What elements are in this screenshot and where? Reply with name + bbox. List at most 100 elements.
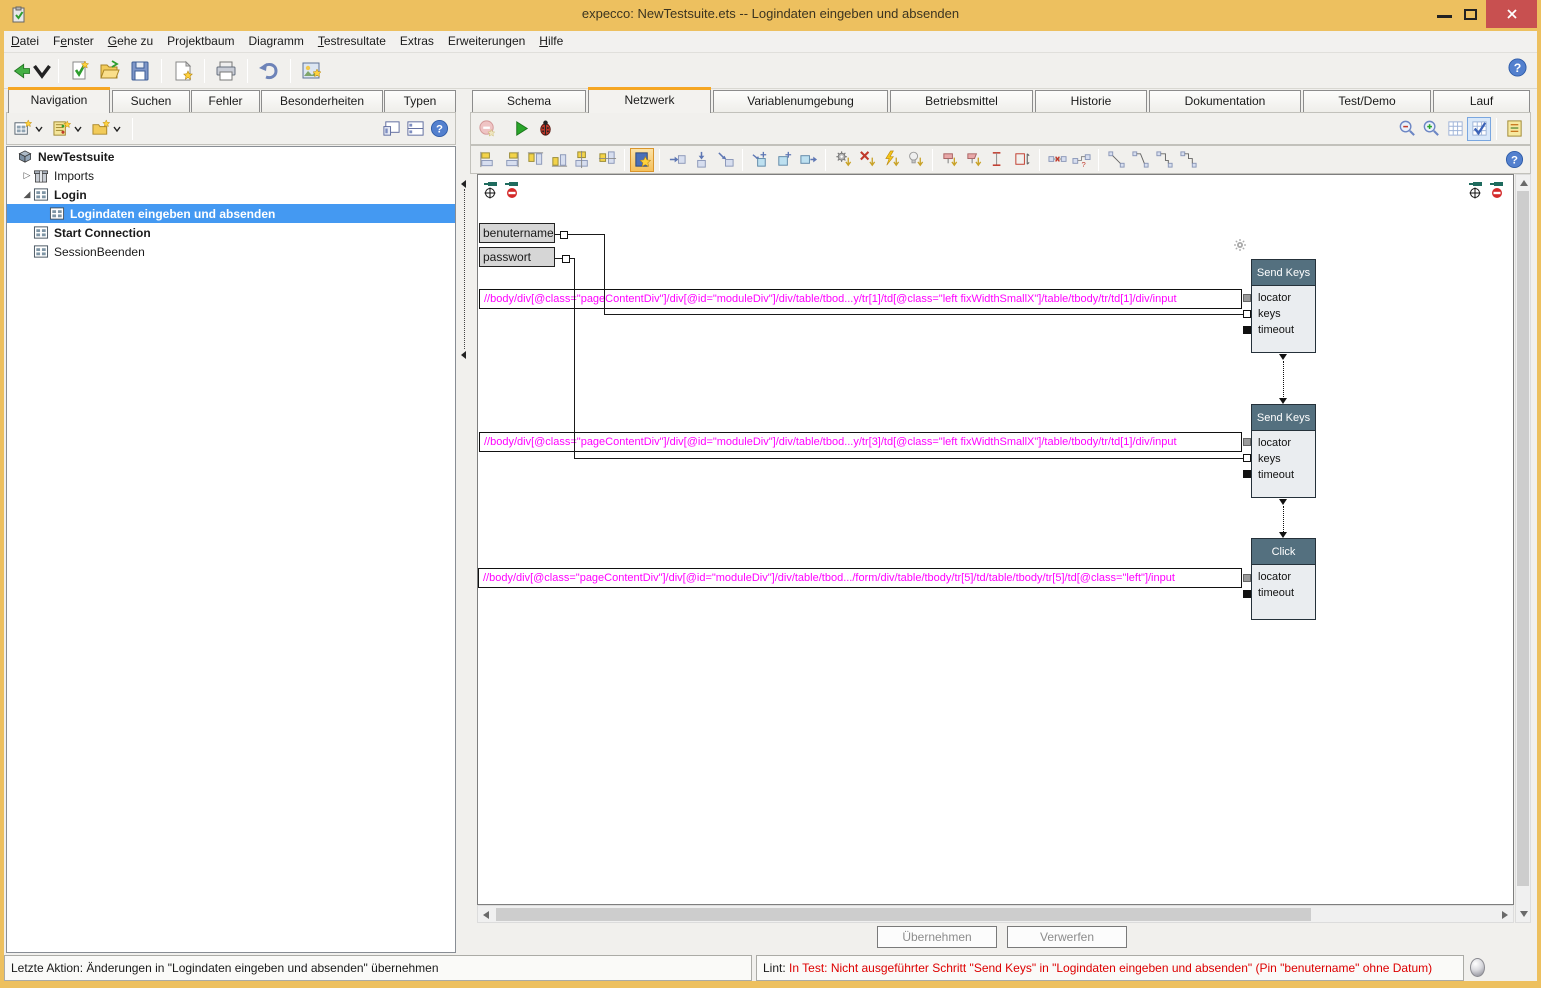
distribute-vertical-button[interactable] [986, 148, 1010, 172]
delete-step-button[interactable] [855, 148, 879, 172]
step-node-click[interactable]: Click locator timeout [1251, 538, 1316, 620]
benutername-output-pin[interactable] [560, 231, 568, 239]
print-button[interactable] [211, 57, 241, 85]
locator-xpath-2[interactable]: //body/div[@class="pageContentDiv"]/div[… [479, 432, 1242, 452]
open-button[interactable] [95, 57, 125, 85]
input-benutername[interactable]: benutername [479, 223, 555, 243]
tab-lauf[interactable]: Lauf [1433, 90, 1530, 112]
menu-hilfe[interactable]: Hilfe [532, 31, 570, 52]
tab-test-demo[interactable]: Test/Demo [1303, 90, 1431, 112]
split-window-button[interactable] [403, 117, 427, 141]
locator-pin[interactable] [1243, 438, 1251, 446]
horizontal-scroll-thumb[interactable] [496, 908, 1311, 921]
log-button[interactable] [1502, 117, 1526, 141]
menu-extras[interactable]: Extras [393, 31, 441, 52]
scroll-up-arrow[interactable] [1520, 180, 1528, 186]
refresh-image-button[interactable] [297, 57, 327, 85]
discard-button[interactable]: Verwerfen [1007, 926, 1127, 948]
tab-betriebsmittel[interactable]: Betriebsmittel [890, 90, 1033, 112]
locator-pin[interactable] [1243, 294, 1251, 302]
connection-style-step1-button[interactable] [1128, 148, 1152, 172]
zoom-in-button[interactable] [1419, 117, 1443, 141]
apply-button[interactable]: Übernehmen [877, 926, 997, 948]
panel-splitter[interactable] [458, 89, 470, 953]
menu-gehe-zu[interactable]: Gehe zu [101, 31, 160, 52]
passwort-output-pin[interactable] [562, 255, 570, 263]
locator-pin[interactable] [1243, 574, 1251, 582]
reconnect-pins-button[interactable]: ? [1069, 148, 1093, 172]
add-step-below-button[interactable] [689, 148, 713, 172]
tab-dokumentation[interactable]: Dokumentation [1149, 90, 1301, 112]
remove-breakpoint-button[interactable] [475, 117, 499, 141]
tab-typen[interactable]: Typen [384, 90, 456, 112]
apply-settings-button[interactable] [831, 148, 855, 172]
timeout-pin[interactable] [1243, 326, 1251, 334]
maximize-button[interactable] [1464, 9, 1477, 20]
connection-style-ortho-button[interactable] [1176, 148, 1200, 172]
step-node-send-keys-1[interactable]: Send Keys locator keys timeout [1251, 259, 1316, 353]
tree-item-logindaten[interactable]: Logindaten eingeben und absenden [7, 204, 455, 223]
tree-item-imports[interactable]: ▷ Imports [7, 166, 455, 185]
help-button[interactable]: ? [1508, 58, 1527, 80]
close-button[interactable] [1486, 0, 1537, 28]
tree-item-start-connection[interactable]: Start Connection [7, 223, 455, 242]
output-pin-marker-icon[interactable] [504, 181, 521, 200]
add-output-pin-button[interactable] [713, 148, 737, 172]
horizontal-scrollbar[interactable] [477, 905, 1514, 923]
tab-fehler[interactable]: Fehler [191, 90, 260, 112]
tab-netzwerk[interactable]: Netzwerk [588, 87, 711, 113]
input-passwort[interactable]: passwort [479, 247, 555, 267]
snap-to-grid-button[interactable] [1467, 117, 1491, 141]
new-block-button[interactable] [772, 148, 796, 172]
expander-expanded-icon[interactable]: ◢ [21, 189, 33, 200]
locator-xpath-3[interactable]: //body/div[@class="pageContentDiv"]/div[… [478, 568, 1242, 588]
input-pin-marker-icon[interactable] [483, 181, 500, 200]
new-step-button[interactable] [630, 148, 654, 172]
comment-button[interactable] [903, 148, 927, 172]
debug-button[interactable] [533, 117, 557, 141]
disconnect-pins-button[interactable] [1045, 148, 1069, 172]
save-button[interactable] [125, 57, 155, 85]
scroll-down-arrow[interactable] [1520, 911, 1528, 917]
tree-item-sessionbeenden[interactable]: SessionBeenden [7, 242, 455, 261]
scroll-left-arrow[interactable] [483, 911, 489, 919]
tab-variablenumgebung[interactable]: Variablenumgebung [713, 90, 888, 112]
tab-besonderheiten[interactable]: Besonderheiten [261, 90, 383, 112]
zoom-out-button[interactable] [1395, 117, 1419, 141]
new-diagram-button[interactable] [11, 117, 35, 141]
keys-pin[interactable] [1243, 310, 1251, 318]
timeout-pin[interactable] [1243, 470, 1251, 478]
vertical-scroll-thumb[interactable] [1517, 191, 1529, 886]
menu-fenster[interactable]: Fenster [46, 31, 101, 52]
locator-xpath-1[interactable]: //body/div[@class="pageContentDiv"]/div[… [479, 289, 1242, 309]
step-node-send-keys-2[interactable]: Send Keys locator keys timeout [1251, 404, 1316, 498]
pin-lower-button[interactable] [962, 148, 986, 172]
new-item-button[interactable] [50, 117, 74, 141]
align-center-vertical-button[interactable] [595, 148, 619, 172]
output-pin-marker-icon[interactable] [1489, 181, 1506, 200]
tab-navigation[interactable]: Navigation [8, 87, 110, 113]
align-right-button[interactable] [499, 148, 523, 172]
diagram-canvas[interactable]: benutername passwort //body/div[@class="… [477, 174, 1514, 905]
tab-suchen[interactable]: Suchen [112, 90, 190, 112]
align-top-button[interactable] [523, 148, 547, 172]
new-diagram-dropdown[interactable] [35, 115, 44, 143]
new-document-button[interactable] [168, 57, 198, 85]
scroll-right-arrow[interactable] [1502, 911, 1508, 919]
show-grid-button[interactable] [1443, 117, 1467, 141]
tab-historie[interactable]: Historie [1035, 90, 1147, 112]
input-pin-marker-icon[interactable] [1468, 181, 1485, 200]
keys-pin[interactable] [1243, 454, 1251, 462]
vertical-scrollbar[interactable] [1515, 174, 1531, 923]
new-output-pin-button[interactable] [796, 148, 820, 172]
menu-datei[interactable]: Datei [4, 31, 46, 52]
align-center-horizontal-button[interactable] [571, 148, 595, 172]
minimize-button[interactable] [1437, 15, 1452, 18]
new-folder-dropdown[interactable] [113, 115, 122, 143]
undo-button[interactable] [254, 57, 284, 85]
timeout-pin[interactable] [1243, 590, 1251, 598]
new-folder-button[interactable] [89, 117, 113, 141]
menu-diagramm[interactable]: Diagramm [242, 31, 311, 52]
resize-step-button[interactable] [1010, 148, 1034, 172]
add-input-pin-button[interactable] [665, 148, 689, 172]
